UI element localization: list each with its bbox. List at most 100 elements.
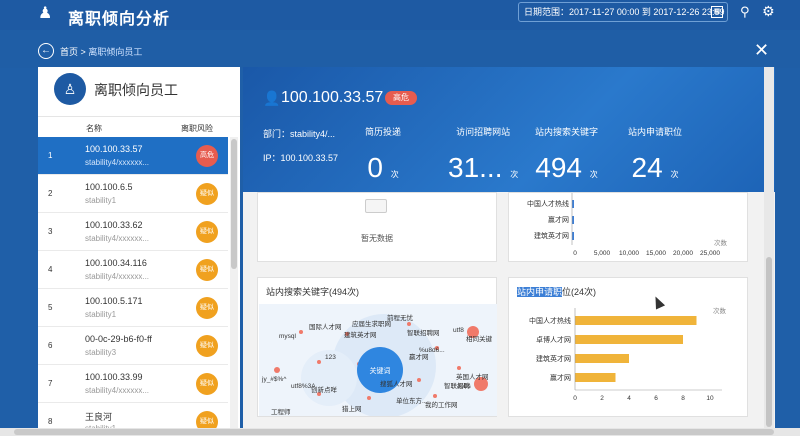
list-scrollbar[interactable] xyxy=(230,137,238,436)
cloud-dot xyxy=(274,367,280,373)
keyword-label[interactable]: 智联招聘网 xyxy=(407,328,440,337)
scrollbar-thumb[interactable] xyxy=(14,429,774,435)
row-index: 2 xyxy=(48,189,53,198)
keyword-label[interactable]: 创新点咩 xyxy=(311,385,338,394)
apply-chart-card: 站内申请职位(24次) 中国人才热线 卓博人才网 建筑英才网 赢才网 0 2 4 6 8 10 次数 xyxy=(508,277,748,417)
stat-value: 24 xyxy=(631,152,663,183)
stat-unit: 次 xyxy=(510,170,519,179)
panel-title: 离职倾向员工 xyxy=(94,82,178,98)
keyword-label[interactable]: 相同关键 xyxy=(466,334,493,343)
employee-dept: stability4/xxxxxx... xyxy=(85,386,150,395)
person-logo-icon: ♟ xyxy=(38,5,53,22)
keyword-label[interactable]: 我的工作网 xyxy=(425,400,458,409)
keyword-label[interactable]: Jobs xyxy=(457,383,471,390)
keyword-label[interactable]: utf8 xyxy=(453,327,464,334)
keyword-label[interactable]: 应届生求职网 xyxy=(352,319,391,328)
date-range-picker[interactable]: 日期范围：2017-11-27 00:00 到 2017-12-26 23:59… xyxy=(518,2,728,22)
row-index: 4 xyxy=(48,265,53,274)
x-tick-label: 5,000 xyxy=(594,250,611,257)
cloud-dot xyxy=(367,396,371,400)
stat-value-wrap: 494 次 xyxy=(535,152,598,184)
x-tick-label: 20,000 xyxy=(673,250,693,257)
detail-dept: 部门：stability4/... xyxy=(263,129,336,139)
keyword-label[interactable]: 建筑英才网 xyxy=(344,330,377,339)
stat-label: 站内申请职位 xyxy=(628,127,683,137)
stat-value: 31... xyxy=(448,152,503,183)
stat-block: 访问招聘网站 31... 次 xyxy=(448,125,518,184)
row-index: 1 xyxy=(48,151,53,160)
site-visit-chart: 中国人才热线赢才网建筑英才网 0 5,000 10,000 15,000 20,000 25… xyxy=(527,193,728,257)
employee-ip: 100.100.33.57 xyxy=(85,144,143,154)
stat-block: 站内搜索关键字 494 次 xyxy=(535,125,598,184)
x-tick-label: 4 xyxy=(627,395,631,402)
apply-title-highlight: 站内申请职 xyxy=(517,287,563,297)
employee-dept: stability3 xyxy=(85,348,117,357)
keyword-label[interactable]: 英国人才网 xyxy=(456,372,489,381)
risk-badge: 疑似 xyxy=(196,183,218,205)
panel-header: ♙ 离职倾向员工 xyxy=(38,67,240,117)
empty-box-icon xyxy=(365,199,387,213)
keyword-label[interactable]: 搜狐人才网 xyxy=(380,379,413,388)
apply-bar[interactable] xyxy=(575,354,629,363)
employee-row[interactable]: 6 00-0c-29-b6-f0-ff stability3 疑似 xyxy=(38,327,228,365)
x-tick-label: 25,000 xyxy=(700,250,720,257)
apply-bar[interactable] xyxy=(575,335,683,344)
employee-dept: stability4/xxxxxx... xyxy=(85,234,150,243)
employee-row[interactable]: 4 100.100.34.116 stability4/xxxxxx... 疑似 xyxy=(38,251,228,289)
stat-label: 访问招聘网站 xyxy=(456,127,511,137)
employee-row[interactable]: 2 100.100.6.5 stability1 疑似 xyxy=(38,175,228,213)
apply-bar[interactable] xyxy=(575,373,616,382)
gear-icon[interactable]: ⚙ xyxy=(762,3,775,20)
keyword-label[interactable]: 123 xyxy=(325,354,336,361)
risk-badge: 疑似 xyxy=(196,335,218,357)
apply-category-label: 建筑英才网 xyxy=(536,354,571,363)
stat-value-wrap: 31... 次 xyxy=(448,152,518,184)
employee-row[interactable]: 7 100.100.33.99 stability4/xxxxxx... 疑似 xyxy=(38,365,228,403)
app-title: 离职倾向分析 xyxy=(68,11,171,28)
employee-ip: 王良河 xyxy=(85,412,113,422)
apply-bar[interactable] xyxy=(575,316,697,325)
scrollbar-thumb[interactable] xyxy=(231,139,237,269)
keyword-label[interactable]: jy_#$%^ xyxy=(261,376,287,383)
cloud-dot xyxy=(317,360,321,364)
close-icon[interactable]: ✕ xyxy=(754,40,769,61)
horizontal-scrollbar[interactable] xyxy=(0,428,800,436)
keyword-label[interactable]: 赢才网 xyxy=(409,352,429,361)
keyword-label[interactable]: 单位东方.. xyxy=(396,396,426,405)
breadcrumb-home[interactable]: 首页 xyxy=(60,47,78,57)
row-index: 3 xyxy=(48,227,53,236)
apply-category-label: 中国人才热线 xyxy=(529,316,571,325)
detail-ip: 100.100.33.57 xyxy=(281,89,384,106)
keyword-label[interactable]: 猎上网 xyxy=(342,404,362,413)
keyword-label[interactable]: 国际人才网 xyxy=(309,322,342,331)
back-arrow-icon[interactable]: ← xyxy=(38,43,54,59)
detail-ip-line: IP：100.100.33.57 xyxy=(263,153,339,163)
keyword-label[interactable]: 工程师 xyxy=(271,407,291,416)
risk-badge: 高危 xyxy=(385,91,417,105)
row-index: 6 xyxy=(48,341,53,350)
row-index: 7 xyxy=(48,379,53,388)
calendar-icon[interactable]: ▦ xyxy=(711,6,723,18)
keyword-label[interactable]: mysql xyxy=(279,333,297,340)
stat-label: 简历投递 xyxy=(365,127,402,137)
employee-row[interactable]: 1 100.100.33.57 stability4/xxxxxx... 高危 xyxy=(38,137,228,175)
risk-badge: 疑似 xyxy=(196,221,218,243)
stat-value-wrap: 24 次 xyxy=(628,152,682,184)
detail-scrollbar[interactable] xyxy=(764,67,774,436)
site-label: 中国人才热线 xyxy=(527,199,569,208)
employee-row[interactable]: 5 100.100.5.171 stability1 疑似 xyxy=(38,289,228,327)
scrollbar-thumb[interactable] xyxy=(766,257,772,427)
stat-block: 简历投递 0 次 xyxy=(365,125,401,184)
employee-ip: 100.100.33.99 xyxy=(85,372,143,382)
keyword-label[interactable]: %u8d6... xyxy=(419,347,445,354)
keyword-label[interactable]: 前程无忧 xyxy=(387,313,414,322)
x-axis-unit: 次数 xyxy=(713,306,727,315)
cloud-dot xyxy=(457,366,461,370)
x-tick-label: 2 xyxy=(600,395,604,402)
breadcrumb-separator: > xyxy=(80,47,86,57)
date-range-text: 日期范围：2017-11-27 00:00 到 2017-12-26 23:59 xyxy=(524,7,725,17)
employee-row[interactable]: 3 100.100.33.62 stability4/xxxxxx... 疑似 xyxy=(38,213,228,251)
employee-dept: stability4/xxxxxx... xyxy=(85,272,150,281)
search-icon[interactable]: ⚲ xyxy=(740,4,750,20)
top-bar: ♟ 离职倾向分析 日期范围：2017-11-27 00:00 到 2017-12… xyxy=(0,0,800,30)
